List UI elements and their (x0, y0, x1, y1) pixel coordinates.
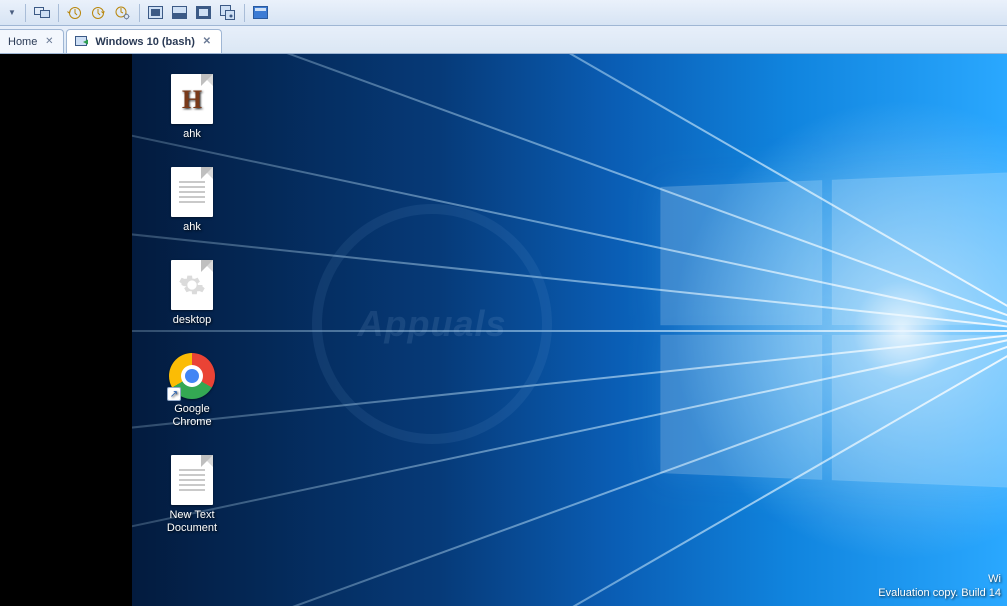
tab-label: Windows 10 (bash) (95, 36, 195, 48)
chevron-down-icon: ▼ (8, 8, 16, 17)
tab-label: Home (8, 36, 37, 48)
guest-desktop[interactable]: Appuals H ahk ahk (132, 54, 1007, 606)
desktop-icon-google-chrome[interactable]: ↗ Google Chrome (154, 353, 230, 429)
desktop-icon-new-text-document[interactable]: New Text Document (154, 455, 230, 535)
snapshot-take-button[interactable] (64, 3, 86, 23)
windows-logo-wallpaper (660, 172, 1007, 487)
settings-file-icon (171, 260, 213, 310)
os-watermark: Wi Evaluation copy. Build 14 (878, 572, 1001, 600)
text-file-icon (171, 167, 213, 217)
view-cycle-icon (253, 6, 268, 19)
stretch-icon (172, 6, 187, 19)
icon-label: Google Chrome (154, 403, 230, 429)
monitor-dual-icon (34, 6, 50, 20)
watermark-text: Appuals (357, 303, 506, 345)
toolbar-separator (25, 4, 26, 22)
toolbar-dropdown[interactable]: ▼ (4, 3, 20, 23)
gear-icon (178, 271, 206, 299)
watermark-ring: Appuals (312, 204, 552, 444)
icon-label: New Text Document (154, 509, 230, 535)
vm-play-icon (75, 35, 89, 49)
fit-window-icon (148, 6, 163, 19)
desktop-icon-grid: H ahk ahk desktop (154, 74, 230, 535)
vm-viewport[interactable]: Appuals H ahk ahk (0, 54, 1007, 606)
fullscreen-button[interactable] (193, 3, 215, 23)
tab-home[interactable]: Home ✕ (0, 29, 64, 53)
multi-monitor-button[interactable] (31, 3, 53, 23)
fit-window-button[interactable] (145, 3, 167, 23)
toolbar-separator (58, 4, 59, 22)
stretch-button[interactable] (169, 3, 191, 23)
shortcut-arrow-icon: ↗ (167, 387, 181, 401)
clock-gear-icon (115, 5, 130, 20)
text-file-icon (171, 455, 213, 505)
view-cycle-button[interactable] (250, 3, 272, 23)
toolbar-separator (244, 4, 245, 22)
close-icon[interactable]: ✕ (201, 36, 213, 48)
os-watermark-line: Evaluation copy. Build 14 (878, 586, 1001, 600)
clock-fwd-icon (91, 5, 106, 20)
close-icon[interactable]: ✕ (43, 36, 55, 48)
host-toolbar: ▼ (0, 0, 1007, 26)
unity-button[interactable] (217, 3, 239, 23)
desktop-icon-ahk-text[interactable]: ahk (154, 167, 230, 234)
icon-label: ahk (183, 221, 201, 234)
clock-back-icon (67, 5, 82, 20)
icon-label: ahk (183, 128, 201, 141)
snapshot-settings-button[interactable] (112, 3, 134, 23)
desktop-icon-ahk-file[interactable]: H ahk (154, 74, 230, 141)
unity-icon (220, 5, 235, 20)
file-icon: H (171, 74, 213, 124)
tab-strip: Home ✕ Windows 10 (bash) ✕ (0, 26, 1007, 54)
toolbar-separator (139, 4, 140, 22)
os-watermark-line: Wi (878, 572, 1001, 586)
fullscreen-icon (196, 6, 211, 19)
desktop-icon-desktop-ini[interactable]: desktop (154, 260, 230, 327)
snapshot-manage-button[interactable] (88, 3, 110, 23)
tab-windows-10-bash[interactable]: Windows 10 (bash) ✕ (66, 29, 222, 53)
icon-label: desktop (173, 314, 212, 327)
